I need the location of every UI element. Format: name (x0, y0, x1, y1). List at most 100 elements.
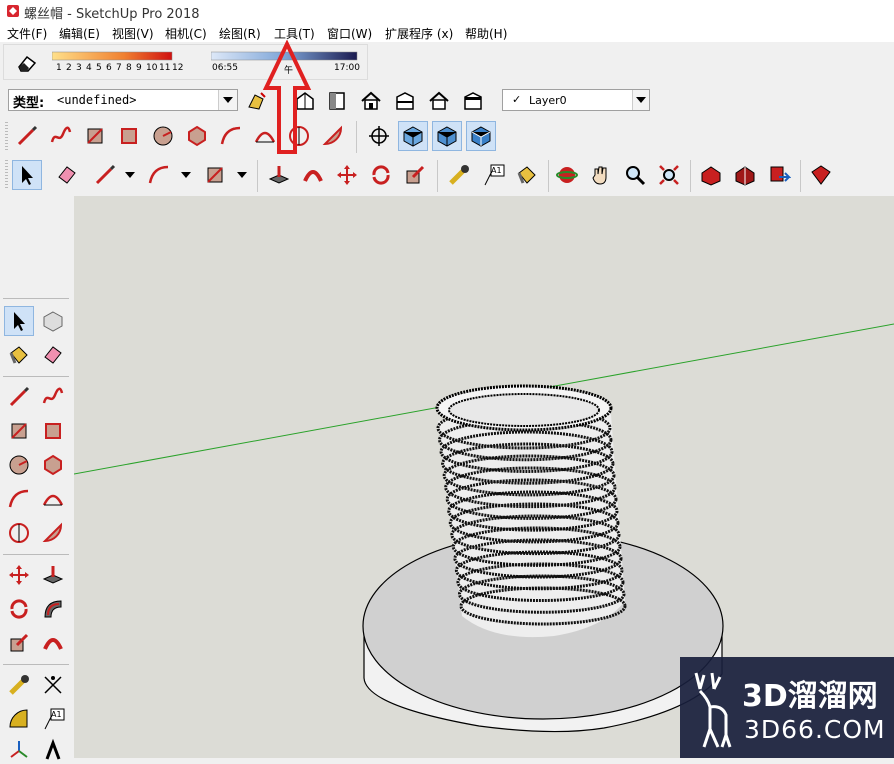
left-tape-measure-button[interactable] (4, 670, 34, 700)
eraser-button[interactable] (52, 160, 82, 190)
left-scale-button[interactable] (4, 628, 34, 658)
left-freehand-button[interactable] (38, 382, 68, 412)
extension-warehouse-button[interactable] (806, 160, 836, 190)
menu-camera[interactable]: 相机(C) (165, 25, 207, 42)
menu-help[interactable]: 帮助(H) (465, 25, 507, 42)
rotate-tool-button[interactable] (366, 160, 396, 190)
component-cube-icon (43, 311, 63, 332)
toolbar-grip[interactable] (5, 160, 8, 190)
orbit-button[interactable] (552, 160, 582, 190)
left-toolbar-separator (3, 376, 69, 377)
view-back-button[interactable] (424, 86, 454, 116)
view-left-button[interactable] (458, 86, 488, 116)
menu-view[interactable]: 视图(V) (112, 25, 154, 42)
text-tool-button[interactable]: A1 (478, 160, 508, 190)
shaded-style-button[interactable] (432, 121, 462, 151)
xray-style-button[interactable] (398, 121, 428, 151)
rectangle-icon (207, 167, 223, 183)
left-component-button[interactable] (38, 306, 68, 336)
share-component-button[interactable] (764, 160, 794, 190)
left-eraser-button[interactable] (38, 340, 68, 370)
left-dimension-button[interactable] (38, 670, 68, 700)
toolbar-separator (437, 160, 438, 192)
entity-type-dropdown[interactable]: 类型: <undefined> (8, 89, 238, 111)
pencil-line-button[interactable] (12, 121, 42, 151)
left-protractor-button[interactable] (4, 704, 34, 734)
layer-check-icon: ✓ (512, 93, 522, 106)
menu-window[interactable]: 窗口(W) (327, 25, 372, 42)
left-two-point-arc-button[interactable] (38, 484, 68, 514)
left-rectangle-button[interactable] (4, 416, 34, 446)
layer-dropdown[interactable]: ✓ Layer0 (502, 89, 650, 111)
line-tool-dropdown-icon[interactable] (125, 172, 135, 178)
watermark-main-text: 3D溜溜网 (742, 679, 878, 714)
zoom-extents-button[interactable] (654, 160, 684, 190)
textured-style-button[interactable] (466, 121, 496, 151)
left-arc-button[interactable] (4, 484, 34, 514)
left-3d-text-button[interactable] (38, 734, 68, 764)
zoom-button[interactable] (620, 160, 650, 190)
follow-me-button[interactable] (298, 160, 328, 190)
tape-measure-button[interactable] (444, 160, 474, 190)
left-three-point-arc-button[interactable] (4, 518, 34, 548)
offset-icon (44, 600, 62, 618)
scale-tool-button[interactable] (400, 160, 430, 190)
menu-file[interactable]: 文件(F) (7, 25, 47, 42)
move-tool-button[interactable] (332, 160, 362, 190)
eraser-tool-button[interactable] (12, 48, 42, 78)
eraser-icon (18, 55, 37, 72)
left-polygon-button[interactable] (38, 450, 68, 480)
scale-icon (406, 165, 425, 184)
shape-tool-button[interactable] (200, 160, 230, 190)
left-select-button[interactable] (4, 306, 34, 336)
circle-icon (9, 455, 29, 475)
paint-bucket-button[interactable] (512, 160, 542, 190)
left-rotate-button[interactable] (4, 594, 34, 624)
entity-type-dropdown-arrow[interactable] (218, 90, 237, 110)
menu-draw[interactable]: 绘图(R) (219, 25, 261, 42)
circle-button[interactable] (148, 121, 178, 151)
view-right-button[interactable] (390, 86, 420, 116)
layer-dropdown-arrow[interactable] (632, 90, 649, 110)
menu-extensions[interactable]: 扩展程序 (x) (385, 25, 453, 42)
polygon-button[interactable] (182, 121, 212, 151)
left-push-pull-button[interactable] (38, 560, 68, 590)
left-circle-button[interactable] (4, 450, 34, 480)
shape-tool-dropdown-icon[interactable] (237, 172, 247, 178)
push-pull-button[interactable] (264, 160, 294, 190)
left-paint-button[interactable] (4, 340, 34, 370)
shadow-strength-scale[interactable] (52, 50, 178, 62)
pie-button[interactable] (318, 121, 348, 151)
arc-tool-button[interactable] (144, 160, 174, 190)
left-move-button[interactable] (4, 560, 34, 590)
arc-tool-dropdown-icon[interactable] (181, 172, 191, 178)
select-tool-button[interactable] (12, 160, 42, 190)
time-end-label: 17:00 (334, 63, 360, 73)
left-pie-button[interactable] (38, 518, 68, 548)
left-line-button[interactable] (4, 382, 34, 412)
warehouse-button[interactable] (696, 160, 726, 190)
scale-label-3: 3 (76, 63, 82, 73)
view-front-button[interactable] (356, 86, 386, 116)
position-camera-button[interactable] (364, 121, 394, 151)
left-text-button[interactable]: A1 (38, 704, 68, 734)
scale-label-12: 12 (172, 63, 184, 73)
left-follow-me-button[interactable] (38, 628, 68, 658)
left-axes-button[interactable] (4, 734, 34, 764)
toolbar-grip[interactable] (5, 122, 8, 152)
pan-button[interactable] (586, 160, 616, 190)
arc-button[interactable] (216, 121, 246, 151)
scale-label-4: 4 (86, 63, 92, 73)
threaded-cylinder (436, 401, 627, 638)
freehand-button[interactable] (46, 121, 76, 151)
left-offset-button[interactable] (38, 594, 68, 624)
rectangle-button[interactable] (80, 121, 110, 151)
left-rotated-rectangle-button[interactable] (38, 416, 68, 446)
rotated-rectangle-button[interactable] (114, 121, 144, 151)
entity-type-label: 类型: (13, 96, 45, 111)
three-point-arc-icon (9, 523, 29, 543)
view-top-button[interactable] (322, 86, 352, 116)
share-model-button[interactable] (730, 160, 760, 190)
line-tool-button[interactable] (90, 160, 120, 190)
menu-edit[interactable]: 编辑(E) (59, 25, 100, 42)
